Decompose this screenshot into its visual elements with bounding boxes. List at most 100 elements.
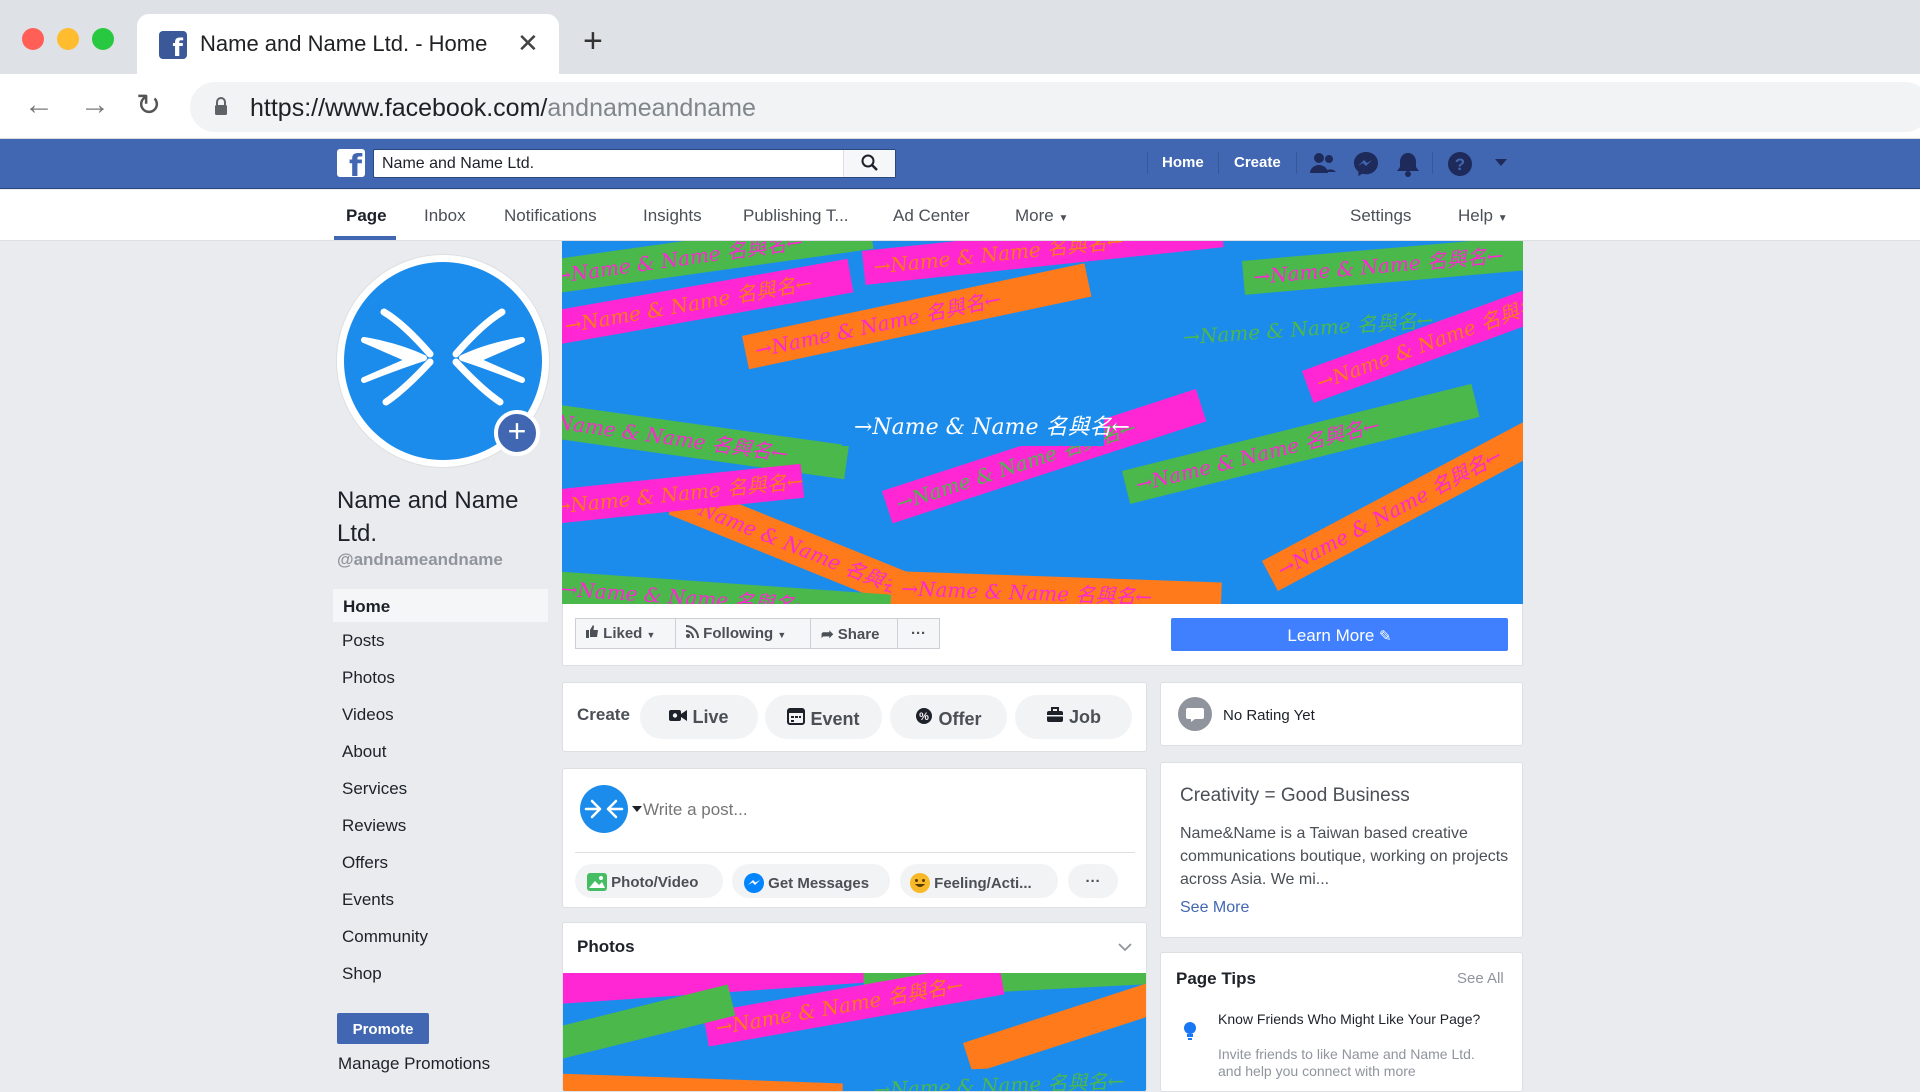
new-tab-icon[interactable]: + bbox=[583, 24, 603, 58]
about-card-title: Creativity = Good Business bbox=[1180, 785, 1410, 806]
share-button[interactable]: ➦ Share bbox=[810, 618, 898, 649]
rating-text: No Rating Yet bbox=[1223, 707, 1315, 724]
see-more-link[interactable]: See More bbox=[1180, 899, 1249, 917]
see-all-link[interactable]: See All bbox=[1457, 970, 1504, 987]
tab-inbox[interactable]: Inbox bbox=[424, 206, 466, 226]
following-button[interactable]: Following ▼ bbox=[675, 618, 811, 649]
search-input[interactable] bbox=[374, 150, 834, 177]
add-photo-button[interactable]: + bbox=[494, 410, 540, 456]
share-arrow-icon: ➦ bbox=[821, 626, 834, 643]
home-link[interactable]: Home bbox=[1162, 154, 1204, 171]
tab-help-label: Help bbox=[1458, 206, 1493, 225]
sidebar-item-offers[interactable]: Offers bbox=[332, 845, 549, 882]
friends-icon[interactable] bbox=[1310, 151, 1336, 175]
minimize-window-button[interactable] bbox=[57, 28, 79, 50]
create-event-button[interactable]: Event bbox=[765, 695, 882, 739]
photo-video-label: Photo/Video bbox=[611, 874, 699, 891]
back-icon[interactable]: ← bbox=[24, 88, 54, 122]
reload-icon[interactable]: ↻ bbox=[136, 88, 161, 123]
rating-card[interactable]: No Rating Yet bbox=[1160, 682, 1523, 746]
rating-icon bbox=[1178, 697, 1212, 731]
liked-button[interactable]: Liked ▼ bbox=[575, 618, 676, 649]
photo-video-button[interactable]: Photo/Video bbox=[575, 864, 723, 898]
photos-card-image[interactable]: →Name & Name 名與名← →Name & Name 名與名← bbox=[563, 973, 1146, 1091]
create-live-button[interactable]: Live bbox=[640, 695, 758, 739]
create-job-button[interactable]: Job bbox=[1015, 695, 1132, 739]
tab-page[interactable]: Page bbox=[346, 206, 387, 226]
browser-chrome: f Name and Name Ltd. - Home ✕ + ← → ↻ ht… bbox=[0, 0, 1920, 139]
chevron-down-icon[interactable] bbox=[1118, 943, 1132, 952]
tip-title[interactable]: Know Friends Who Might Like Your Page? bbox=[1218, 1011, 1488, 1028]
photos-card-title: Photos bbox=[577, 937, 635, 956]
facebook-logo-icon[interactable]: f bbox=[337, 149, 365, 177]
create-card-title: Create bbox=[577, 705, 630, 724]
facebook-top-bar: f Home Create ? bbox=[0, 139, 1920, 189]
tab-ad-center[interactable]: Ad Center bbox=[893, 206, 970, 226]
arrows-logo-icon bbox=[584, 799, 624, 819]
messenger-icon[interactable] bbox=[1353, 151, 1379, 177]
nav-divider bbox=[1147, 152, 1148, 174]
write-post-input[interactable] bbox=[643, 795, 1123, 825]
chevron-down-icon[interactable] bbox=[632, 806, 642, 813]
active-tab-indicator bbox=[334, 236, 396, 240]
learn-more-label: Learn More bbox=[1287, 626, 1375, 645]
promote-button[interactable]: Promote bbox=[337, 1013, 429, 1044]
sidebar-item-events[interactable]: Events bbox=[332, 882, 549, 919]
tip-body: Invite friends to like Name and Name Ltd… bbox=[1218, 1046, 1475, 1079]
page-tips-title: Page Tips bbox=[1176, 969, 1256, 988]
tab-publishing-tools[interactable]: Publishing T... bbox=[743, 206, 849, 226]
tab-help[interactable]: Help ▼ bbox=[1458, 206, 1508, 226]
forward-icon[interactable]: → bbox=[80, 88, 110, 122]
notifications-icon[interactable] bbox=[1396, 151, 1420, 177]
tab-title: Name and Name Ltd. - Home bbox=[200, 31, 488, 56]
get-messages-button[interactable]: Get Messages bbox=[732, 864, 890, 898]
sidebar-item-about[interactable]: About bbox=[332, 734, 549, 771]
nav-divider bbox=[1296, 152, 1297, 174]
page-name: Name and Name Ltd. bbox=[337, 487, 519, 547]
rss-feed-icon bbox=[685, 625, 699, 639]
following-label: Following bbox=[703, 625, 774, 642]
maximize-window-button[interactable] bbox=[92, 28, 114, 50]
help-icon[interactable]: ? bbox=[1447, 151, 1473, 177]
sidebar-item-community[interactable]: Community bbox=[332, 919, 549, 956]
feeling-activity-button[interactable]: Feeling/Acti... bbox=[900, 864, 1058, 898]
close-window-button[interactable] bbox=[22, 28, 44, 50]
page-action-bar: Liked ▼ Following ▼ ➦ Share ··· Learn Mo… bbox=[562, 604, 1523, 666]
browser-tab[interactable]: f Name and Name Ltd. - Home ✕ bbox=[137, 14, 559, 74]
about-description: Name&Name is a Taiwan based creative com… bbox=[1180, 825, 1509, 888]
composer-more-button[interactable]: ··· bbox=[1068, 864, 1118, 898]
smiley-icon bbox=[910, 873, 930, 893]
learn-more-button[interactable]: Learn More ✎ bbox=[1171, 618, 1508, 651]
more-options-button[interactable]: ··· bbox=[897, 618, 940, 649]
sidebar-item-posts[interactable]: Posts bbox=[332, 623, 549, 660]
url-host: https://www.facebook.com/ bbox=[250, 94, 548, 122]
tab-insights[interactable]: Insights bbox=[643, 206, 702, 226]
tab-more-label: More bbox=[1015, 206, 1054, 225]
dropdown-icon[interactable] bbox=[1495, 159, 1507, 167]
cover-photo[interactable]: →Name & Name 名與名← →Name & Name 名與名← →Nam… bbox=[562, 241, 1523, 604]
sidebar-item-shop[interactable]: Shop bbox=[332, 956, 549, 993]
nav-divider bbox=[1432, 152, 1433, 174]
tab-more[interactable]: More ▼ bbox=[1015, 206, 1068, 226]
search-button[interactable] bbox=[843, 150, 895, 177]
sidebar-item-services[interactable]: Services bbox=[332, 771, 549, 808]
create-offer-button[interactable]: % Offer bbox=[890, 695, 1007, 739]
cover-center-text: →Name & Name 名與名← bbox=[854, 415, 1130, 440]
lightbulb-icon bbox=[1184, 1022, 1196, 1040]
tab-notifications[interactable]: Notifications bbox=[504, 206, 597, 226]
address-bar[interactable]: https://www.facebook.com/andnameandname bbox=[190, 82, 1920, 132]
liked-label: Liked bbox=[603, 625, 643, 642]
close-tab-icon[interactable]: ✕ bbox=[517, 28, 539, 59]
create-job-label: Job bbox=[1069, 707, 1102, 727]
photo-thumbnail-pattern: →Name & Name 名與名← →Name & Name 名與名← bbox=[563, 973, 1146, 1091]
briefcase-icon bbox=[1046, 707, 1063, 722]
sidebar-item-photos[interactable]: Photos bbox=[332, 660, 549, 697]
post-composer: Photo/Video Get Messages Feeling/Acti...… bbox=[562, 768, 1147, 908]
manage-promotions-link[interactable]: Manage Promotions bbox=[338, 1054, 490, 1074]
sidebar-item-home[interactable]: Home bbox=[332, 588, 549, 623]
sidebar-item-videos[interactable]: Videos bbox=[332, 697, 549, 734]
facebook-favicon-icon: f bbox=[159, 31, 187, 59]
sidebar-item-reviews[interactable]: Reviews bbox=[332, 808, 549, 845]
tab-settings[interactable]: Settings bbox=[1350, 206, 1411, 226]
create-link[interactable]: Create bbox=[1234, 154, 1281, 171]
